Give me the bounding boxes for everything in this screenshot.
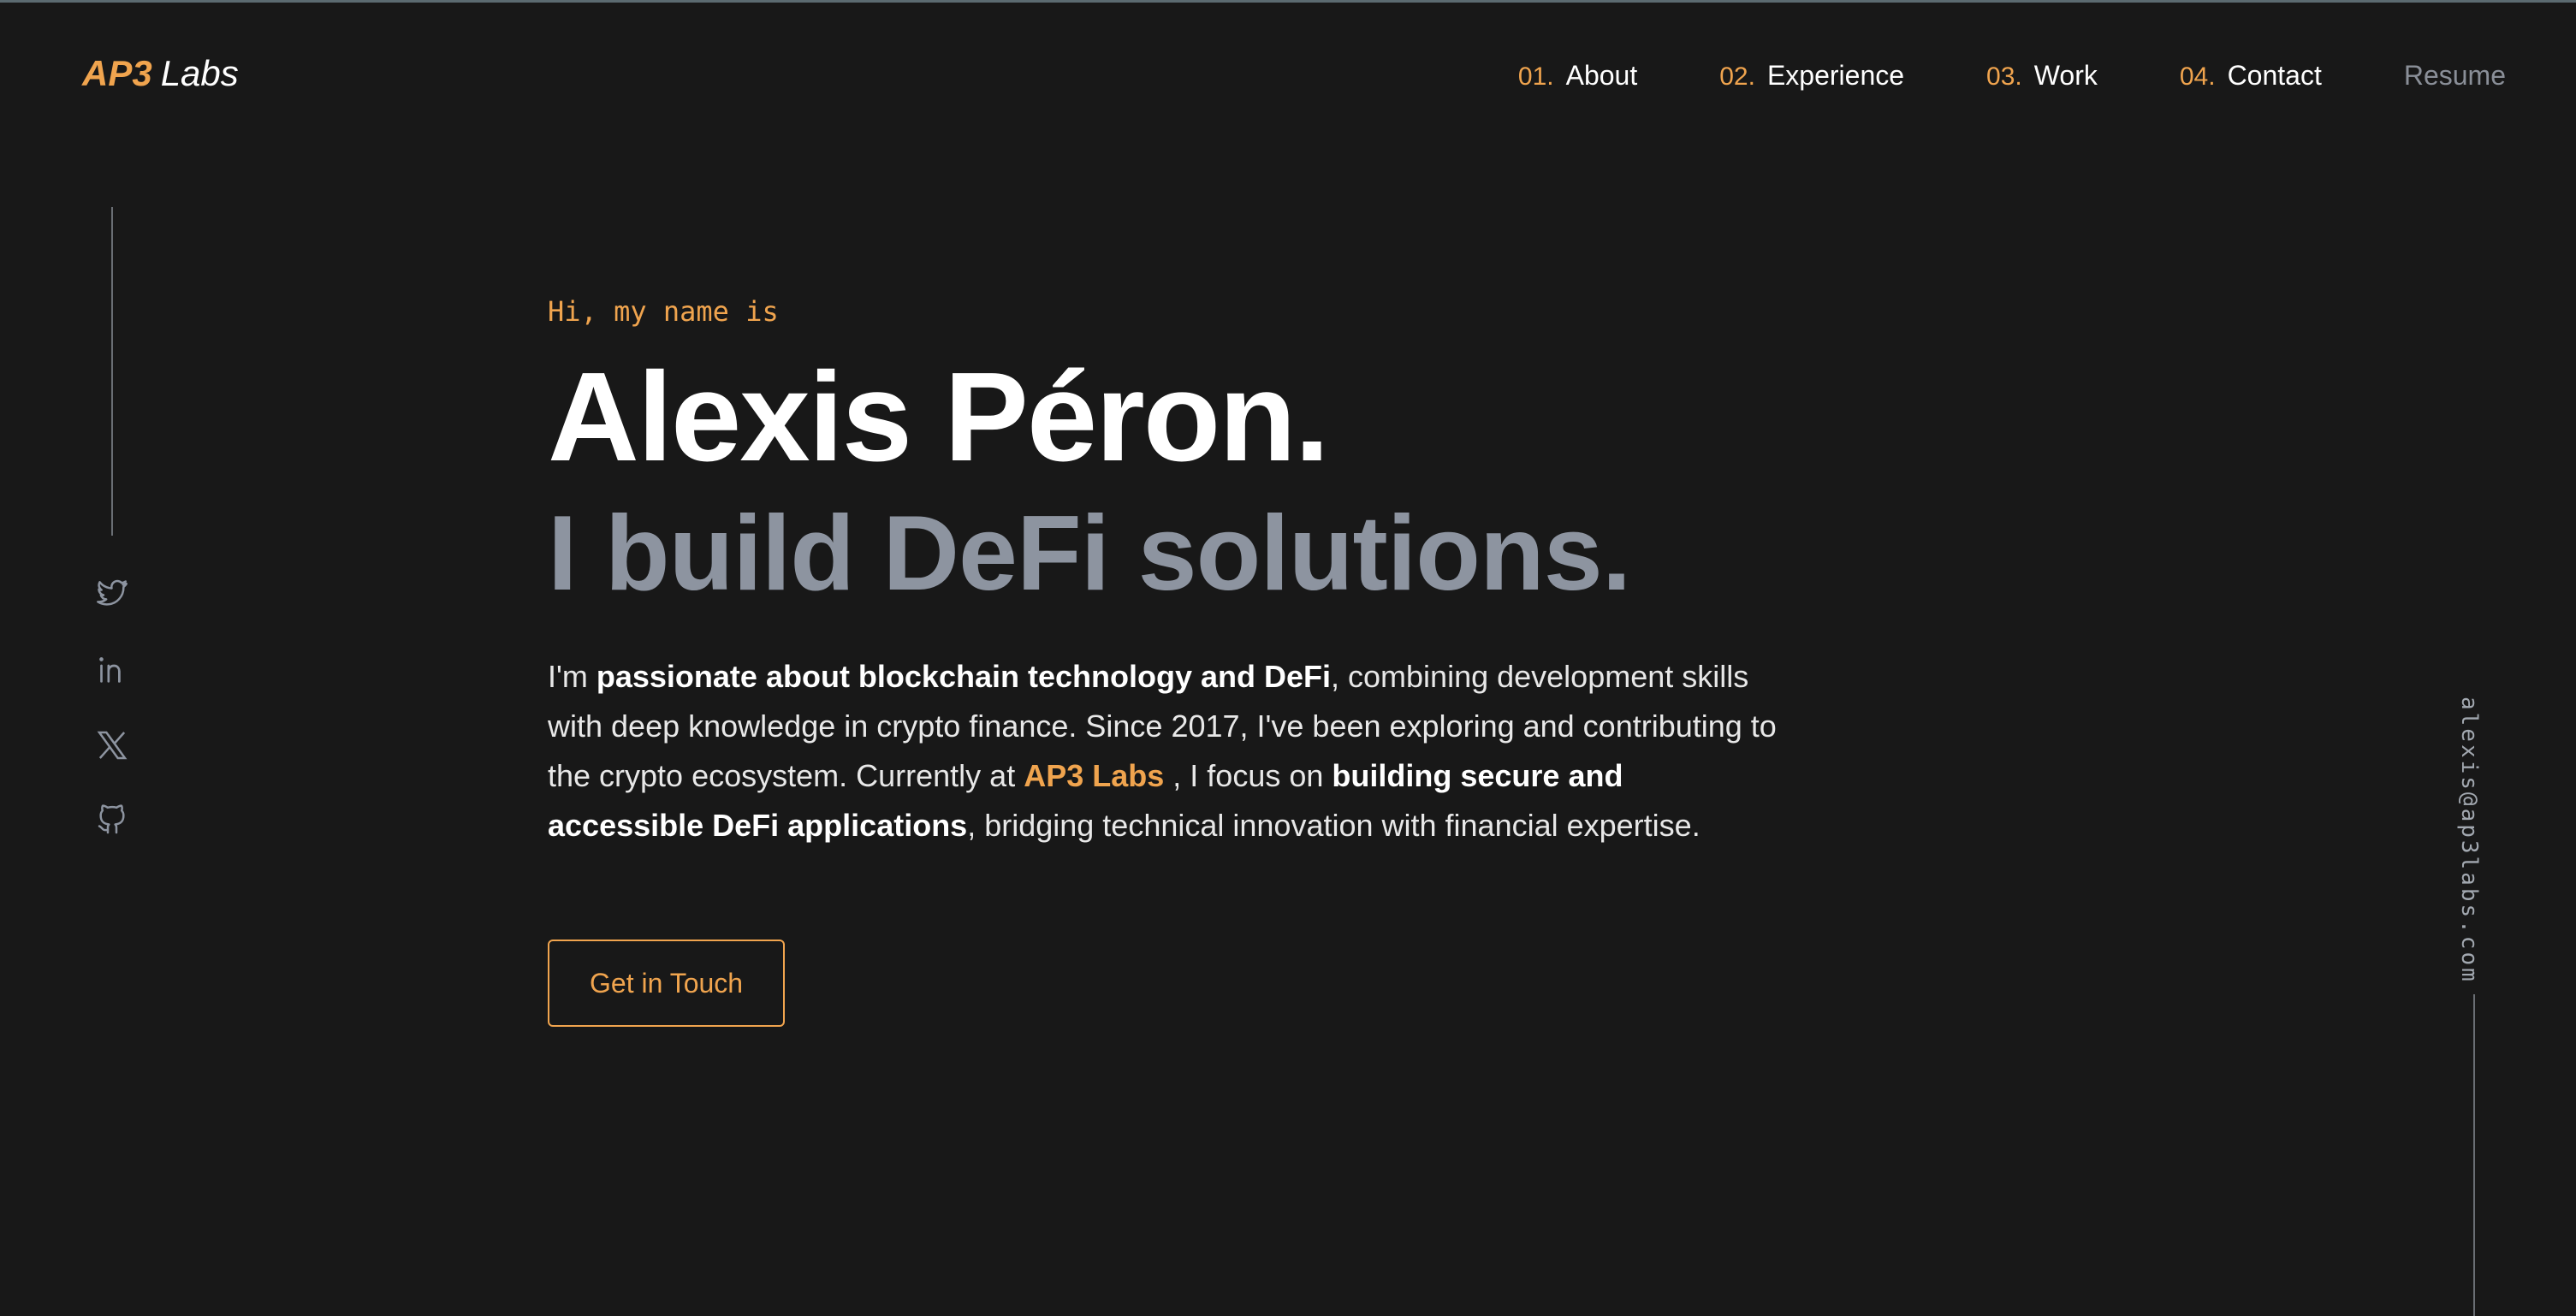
bio-highlight: passionate about blockchain technology a…: [596, 659, 1332, 694]
nav-number: 01.: [1517, 62, 1554, 91]
hero-tagline: I build DeFi solutions.: [548, 495, 1631, 613]
nav-label: About: [1565, 60, 1638, 91]
logo-primary: AP3: [82, 53, 152, 93]
nav-label: Contact: [2227, 60, 2322, 91]
linkedin-icon[interactable]: [94, 652, 130, 688]
left-rail-line: [111, 207, 113, 536]
x-icon[interactable]: [94, 727, 130, 763]
email-link[interactable]: alexis@ap3labs.com: [2456, 697, 2482, 984]
hero-section: Hi, my name is Alexis Péron. I build DeF…: [548, 291, 1831, 1027]
resume-link[interactable]: Resume: [2404, 60, 2506, 92]
nav-item-experience[interactable]: 02. Experience: [1719, 60, 1904, 92]
nav-label: Work: [2033, 60, 2098, 91]
bio-text: , I focus on: [1164, 758, 1333, 793]
nav-number: 02.: [1719, 62, 1755, 91]
github-icon[interactable]: [94, 802, 130, 838]
bio-text: , bridging technical innovation with fin…: [967, 808, 1701, 843]
get-in-touch-button[interactable]: Get in Touch: [548, 940, 786, 1027]
nav-number: 04.: [2179, 62, 2216, 91]
logo-secondary: Labs: [160, 53, 239, 93]
top-border: [0, 0, 2576, 3]
bio-text: I'm: [548, 659, 597, 694]
main-nav: 01. About 02. Experience 03. Work 04. Co…: [1518, 60, 2506, 92]
nav-item-work[interactable]: 03. Work: [1986, 60, 2098, 92]
nav-item-contact[interactable]: 04. Contact: [2180, 60, 2322, 92]
logo[interactable]: AP3 Labs: [82, 53, 239, 94]
twitter-icon[interactable]: [94, 575, 130, 611]
company-link[interactable]: AP3 Labs: [1024, 758, 1164, 793]
hero-bio: I'm passionate about blockchain technolo…: [548, 652, 1780, 851]
nav-label: Experience: [1766, 60, 1905, 91]
hero-name: Alexis Péron.: [548, 347, 1330, 488]
right-rail-line: [2473, 994, 2475, 1316]
nav-number: 03.: [1986, 62, 2022, 91]
hero-greeting: Hi, my name is: [548, 295, 779, 328]
nav-item-about[interactable]: 01. About: [1518, 60, 1637, 92]
